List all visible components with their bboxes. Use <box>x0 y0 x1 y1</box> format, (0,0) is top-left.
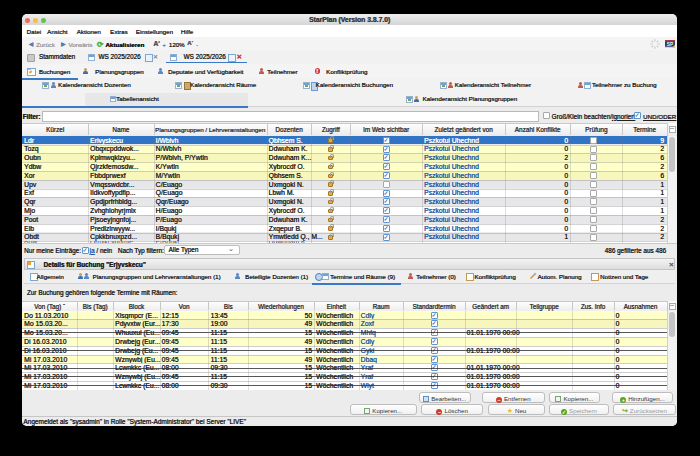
svg-text:SP: SP <box>667 42 674 47</box>
